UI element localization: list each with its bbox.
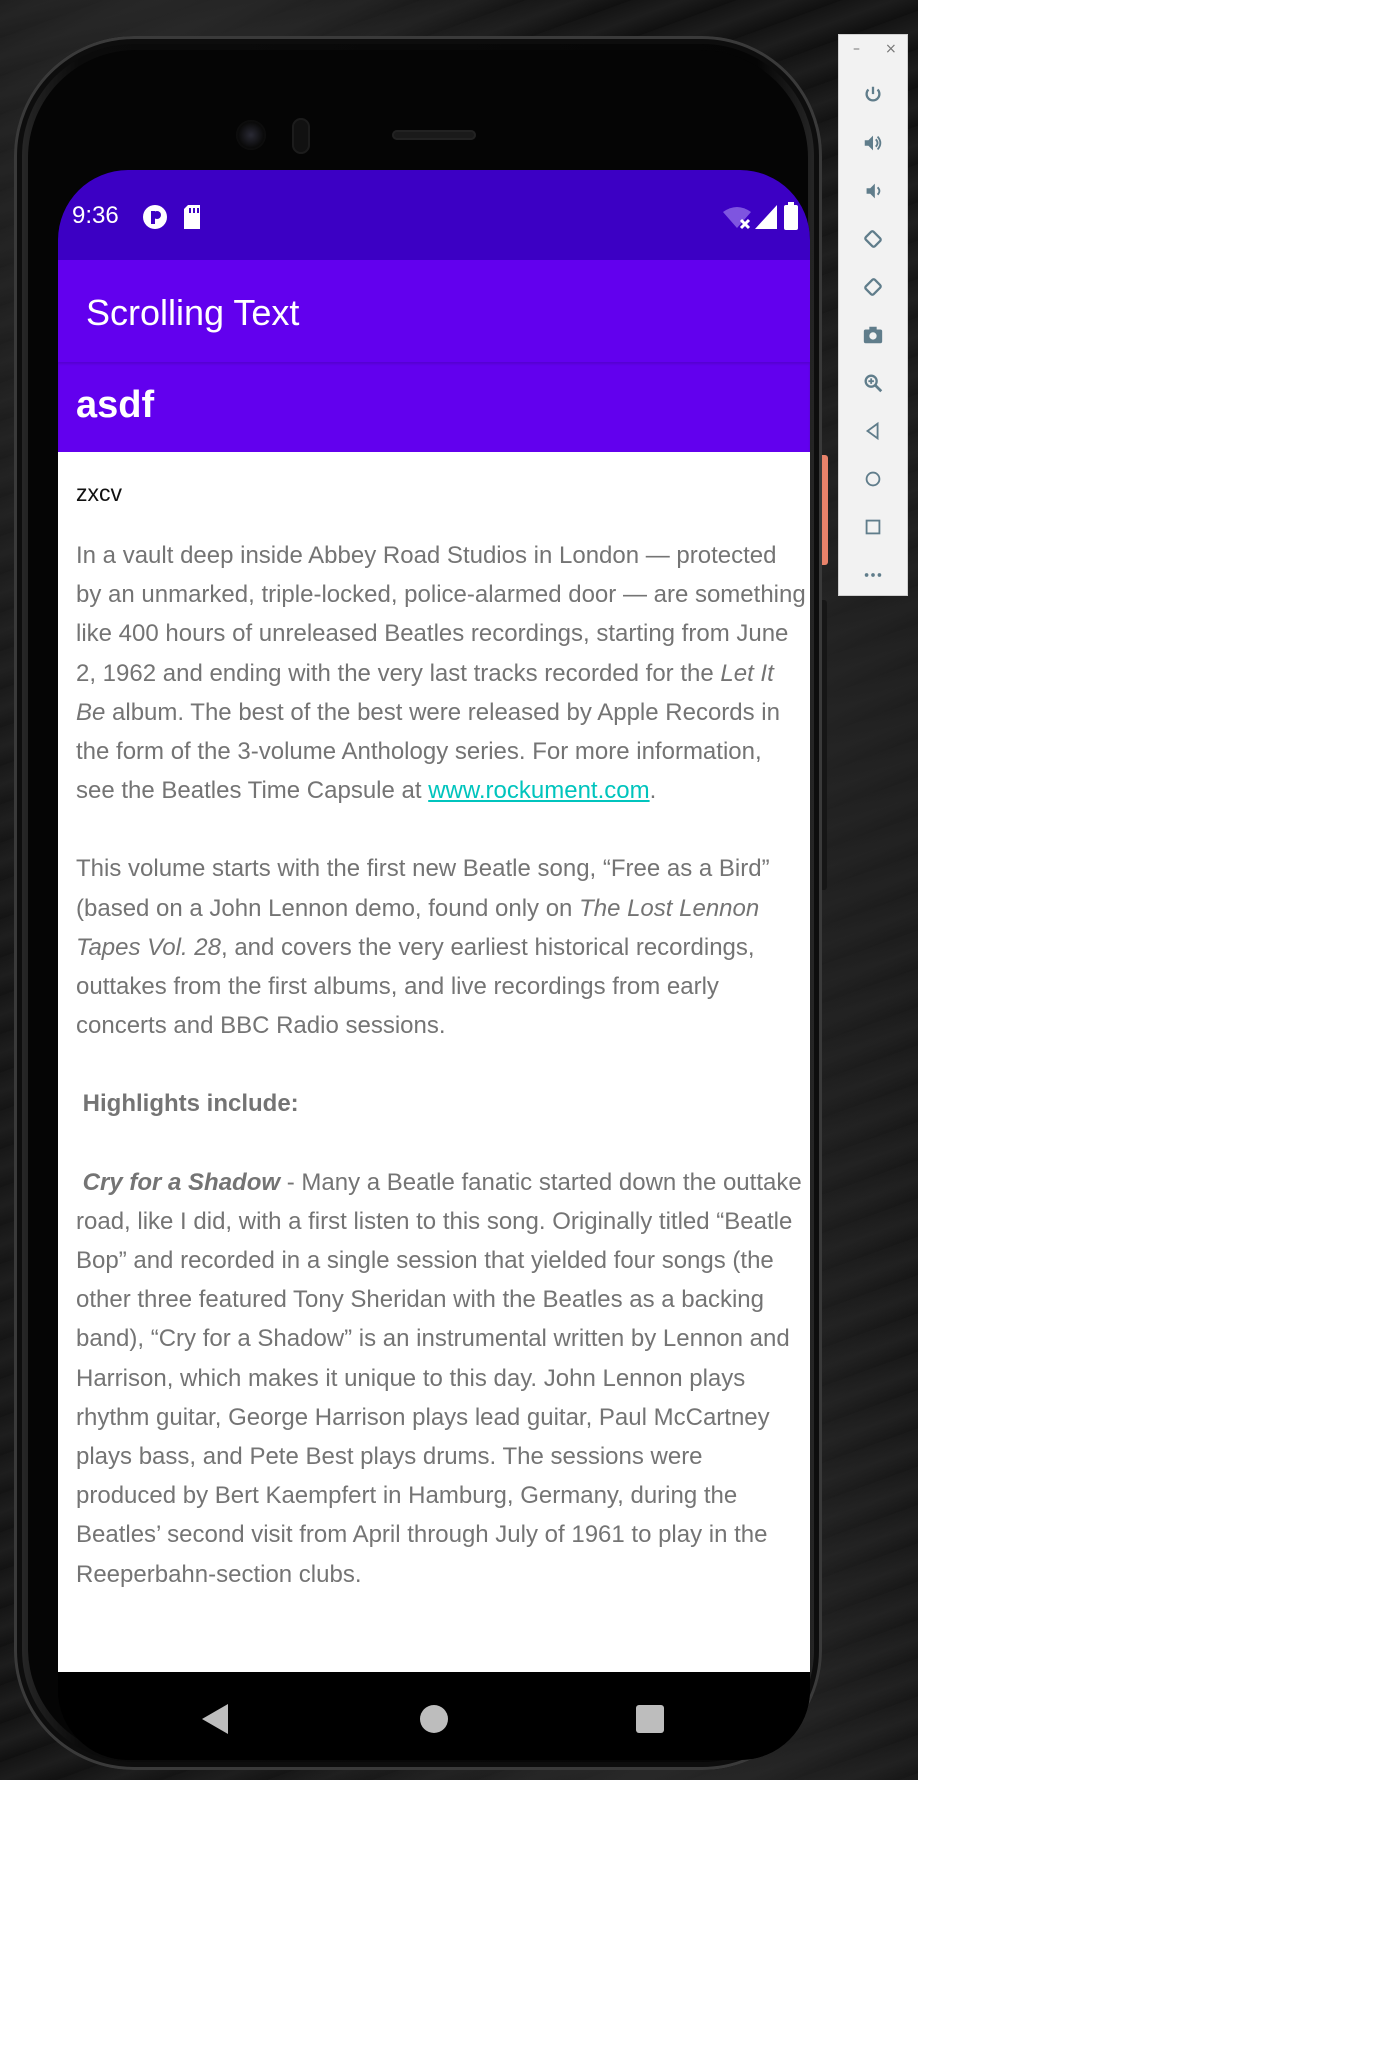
header-title: asdf [76, 384, 155, 426]
status-bar: 9:36 [58, 170, 810, 260]
nav-recents-icon[interactable] [636, 1705, 664, 1733]
status-time: 9:36 [72, 202, 119, 229]
rotate-right-icon[interactable] [853, 267, 893, 307]
header-band: asdf [58, 362, 810, 452]
emulator-background: 9:36 Scrolling Text asdf zxcv In a vault… [0, 0, 918, 1780]
camera-icon[interactable] [853, 315, 893, 355]
article-text: In a vault deep inside Abbey Road Studio… [76, 536, 806, 1633]
signal-icon [754, 204, 778, 234]
emulator-toolbar: – × [838, 34, 908, 596]
app-title: Scrolling Text [86, 292, 300, 333]
sd-card-icon [182, 204, 202, 234]
nav-back-icon[interactable] [202, 1704, 228, 1734]
home-icon[interactable] [853, 459, 893, 499]
minimize-button[interactable]: – [853, 41, 860, 57]
battery-icon [784, 202, 798, 234]
device-screen: 9:36 Scrolling Text asdf zxcv In a vault… [58, 170, 810, 1760]
wifi-off-icon [722, 206, 752, 234]
back-icon[interactable] [853, 411, 893, 451]
paragraph-3: Cry for a Shadow - Many a Beatle fanatic… [76, 1168, 802, 1588]
paragraph-2: This volume starts with the first new Be… [76, 855, 770, 1040]
volume-up-icon[interactable] [853, 123, 893, 163]
power-icon[interactable] [853, 75, 893, 115]
front-camera [236, 120, 266, 150]
rotate-left-icon[interactable] [853, 219, 893, 259]
power-key [822, 455, 828, 565]
paragraph-1: In a vault deep inside Abbey Road Studio… [76, 542, 806, 805]
proximity-sensor [292, 118, 310, 154]
navigation-bar [58, 1672, 810, 1760]
volume-key [822, 600, 827, 890]
zoom-icon[interactable] [853, 363, 893, 403]
nav-home-icon[interactable] [420, 1705, 448, 1733]
app-notification-icon [142, 204, 168, 234]
rockument-link[interactable]: www.rockument.com [428, 777, 649, 804]
app-bar: Scrolling Text [58, 260, 810, 362]
volume-down-icon[interactable] [853, 171, 893, 211]
phone-frame: 9:36 Scrolling Text asdf zxcv In a vault… [14, 36, 822, 1770]
scroll-content[interactable]: zxcv In a vault deep inside Abbey Road S… [58, 452, 810, 1672]
subtitle-text: zxcv [76, 480, 122, 506]
overview-icon[interactable] [853, 507, 893, 547]
close-button[interactable]: × [885, 41, 897, 57]
more-icon[interactable] [853, 555, 893, 595]
highlights-heading: Highlights include: [82, 1090, 299, 1118]
earpiece-speaker [392, 130, 476, 140]
